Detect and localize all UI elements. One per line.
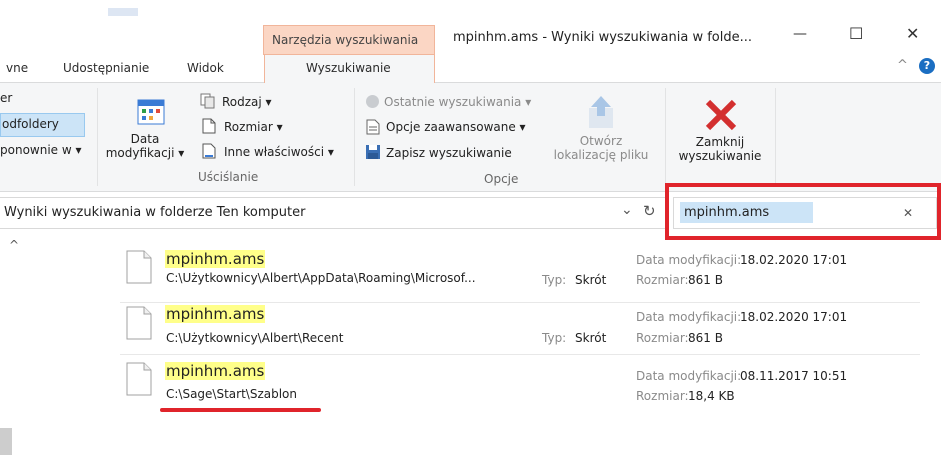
result-date-value: 18.02.2020 17:01 bbox=[740, 310, 848, 324]
result-path: C:\Sage\Start\Szablon bbox=[166, 387, 298, 401]
result-type-value: Skrót bbox=[575, 331, 607, 345]
result-size-label: Rozmiar: bbox=[636, 389, 689, 403]
result-type-label: Typ: bbox=[542, 331, 567, 345]
ribbon-search-again[interactable]: ponownie w ▾ bbox=[0, 143, 82, 157]
ribbon-subfolders-label: odfoldery bbox=[2, 117, 59, 131]
tab-udostepnianie[interactable]: Udostępnianie bbox=[63, 61, 149, 75]
result-name: mpinhm.ams bbox=[165, 362, 266, 380]
result-size-label: Rozmiar: bbox=[636, 273, 689, 287]
result-row[interactable]: mpinhm.ams C:\Użytkownicy\Albert\Recent … bbox=[120, 302, 920, 355]
save-search-icon bbox=[365, 144, 381, 160]
address-dropdown-icon[interactable]: ⌄ bbox=[621, 202, 633, 218]
scroll-up-arrow[interactable]: ^ bbox=[9, 238, 19, 252]
ribbon-collapse-chevron[interactable]: ^ bbox=[897, 58, 908, 73]
tab-wyszukiwanie[interactable]: Wyszukiwanie bbox=[306, 61, 391, 75]
result-path: C:\Użytkownicy\Albert\Recent bbox=[166, 331, 344, 345]
result-size-value: 861 B bbox=[688, 331, 723, 345]
result-type-value: Skrót bbox=[575, 273, 607, 287]
close-window-button[interactable]: ✕ bbox=[906, 24, 919, 43]
open-file-location-button[interactable]: Otwórz lokalizację pliku bbox=[553, 134, 649, 162]
result-name: mpinhm.ams bbox=[165, 250, 266, 268]
search-annotation-box bbox=[665, 183, 941, 240]
size-icon bbox=[202, 118, 216, 134]
other-properties-icon bbox=[202, 143, 216, 159]
close-search-button[interactable]: Zamknij wyszukiwanie bbox=[672, 135, 768, 163]
ribbon-divider bbox=[97, 88, 98, 186]
result-row[interactable]: mpinhm.ams C:\Użytkownicy\Albert\AppData… bbox=[120, 242, 920, 303]
maximize-button[interactable]: ☐ bbox=[849, 24, 863, 43]
ribbon-divider bbox=[354, 88, 355, 186]
result-size-label: Rozmiar: bbox=[636, 331, 689, 345]
result-path: C:\Użytkownicy\Albert\AppData\Roaming\Mi… bbox=[166, 271, 476, 285]
options-group-label: Opcje bbox=[484, 172, 519, 186]
result-row[interactable]: mpinhm.ams C:\Sage\Start\Szablon Data mo… bbox=[120, 354, 920, 410]
recent-searches-icon bbox=[366, 95, 379, 108]
open-location-icon bbox=[588, 94, 614, 130]
other-properties-button[interactable]: Inne właściwości ▾ bbox=[224, 145, 334, 159]
ribbon-left-item-1[interactable]: er bbox=[0, 91, 12, 105]
minimize-button[interactable]: — bbox=[793, 26, 807, 42]
result-date-value: 18.02.2020 17:01 bbox=[740, 253, 848, 267]
advanced-options-button[interactable]: Opcje zaawansowane ▾ bbox=[386, 120, 526, 134]
help-icon[interactable]: ? bbox=[919, 58, 935, 74]
kind-button[interactable]: Rodzaj ▾ bbox=[222, 95, 272, 109]
close-search-icon bbox=[704, 98, 738, 132]
date-modified-button[interactable]: Data modyfikacji ▾ bbox=[103, 132, 187, 160]
ribbon-divider bbox=[665, 88, 666, 186]
address-path: Wyniki wyszukiwania w folderze Ten kompu… bbox=[4, 205, 306, 220]
result-type-label: Typ: bbox=[542, 273, 567, 287]
tab-glowne[interactable]: vne bbox=[6, 61, 28, 75]
calendar-icon bbox=[137, 97, 165, 125]
save-search-button[interactable]: Zapisz wyszukiwanie bbox=[386, 146, 512, 160]
result-size-value: 18,4 KB bbox=[688, 389, 735, 403]
advanced-options-icon bbox=[366, 119, 380, 135]
recent-searches-button[interactable]: Ostatnie wyszukiwania ▾ bbox=[384, 95, 531, 109]
result-date-value: 08.11.2017 10:51 bbox=[740, 369, 848, 383]
file-icon bbox=[126, 362, 152, 396]
result-date-label: Data modyfikacji: bbox=[636, 253, 742, 267]
tab-widok[interactable]: Widok bbox=[187, 61, 224, 75]
context-tab-label: Narzędzia wyszukiwania bbox=[272, 33, 419, 47]
result-name: mpinhm.ams bbox=[165, 305, 266, 323]
size-button[interactable]: Rozmiar ▾ bbox=[224, 120, 283, 134]
path-annotation-underline bbox=[160, 408, 321, 412]
result-date-label: Data modyfikacji: bbox=[636, 310, 742, 324]
result-date-label: Data modyfikacji: bbox=[636, 369, 742, 383]
kind-icon bbox=[200, 93, 216, 109]
title-bar-thumb bbox=[108, 8, 138, 16]
refresh-icon[interactable]: ↻ bbox=[643, 202, 656, 220]
file-icon bbox=[126, 250, 152, 284]
window-title: mpinhm.ams - Wyniki wyszukiwania w folde… bbox=[453, 30, 753, 45]
ribbon-divider bbox=[775, 88, 776, 186]
refine-group-label: Uściślanie bbox=[198, 170, 259, 184]
scrollbar-thumb[interactable] bbox=[0, 428, 12, 455]
file-icon bbox=[126, 306, 152, 340]
result-size-value: 861 B bbox=[688, 273, 723, 287]
